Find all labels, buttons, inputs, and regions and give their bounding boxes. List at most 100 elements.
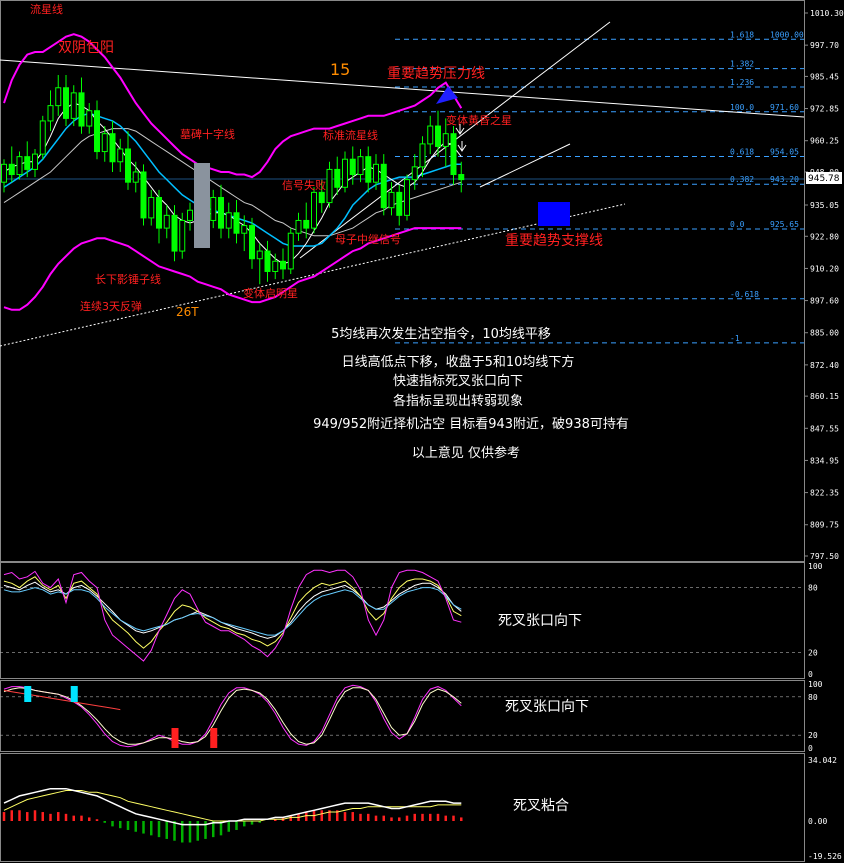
ind1-tick-label: 0 bbox=[808, 670, 813, 679]
fib-ratio-label: 100.0 bbox=[730, 103, 754, 112]
ann-number-15: 15 bbox=[330, 60, 350, 79]
comment-line-5: 949/952附近择机沽空 目标看943附近，破938可持有 bbox=[313, 416, 629, 432]
candle-body bbox=[334, 168, 341, 188]
macd-tick-label: -19.526 bbox=[808, 852, 842, 861]
candle-body bbox=[365, 156, 372, 183]
red-signal-bar bbox=[210, 728, 218, 748]
price-tick-label: 997.70 bbox=[810, 41, 839, 50]
candle-body bbox=[32, 153, 38, 170]
candle-body bbox=[241, 225, 248, 234]
ann-grave-doji: 墓碑十字线 bbox=[180, 127, 235, 141]
stock-chart: 1010.30997.70985.45972.85960.25948.00935… bbox=[0, 0, 844, 863]
ann-title-left: 流星线 bbox=[30, 2, 63, 16]
candle-body bbox=[218, 196, 224, 229]
price-tick-label: 797.50 bbox=[810, 552, 839, 561]
comment-line-1: 5均线再次发生沽空指令，10均线平移 bbox=[331, 326, 551, 342]
candle-body bbox=[86, 110, 93, 127]
price-tick-label: 1010.30 bbox=[810, 9, 844, 18]
price-tick-label: 910.20 bbox=[810, 264, 839, 273]
fib-ratio-label: 0.0 bbox=[730, 220, 745, 229]
ann-morning-star: 变体启明星 bbox=[243, 286, 298, 300]
comment-line-2: 日线高低点下移，收盘于5和10均线下方 bbox=[342, 354, 575, 370]
candle-body bbox=[16, 156, 23, 176]
candle-body bbox=[419, 143, 426, 168]
candle-body bbox=[458, 174, 465, 181]
ind2-tick-label: 100 bbox=[808, 680, 823, 689]
candle-body bbox=[163, 214, 170, 229]
ann-shooting-star: 标准流星线 bbox=[323, 128, 378, 142]
price-tick-label: 922.80 bbox=[810, 232, 839, 241]
comment-line-6: 以上意见 仅供参考 bbox=[412, 445, 520, 461]
fib-ratio-label: -1 bbox=[730, 334, 740, 343]
candle-body bbox=[357, 156, 364, 176]
ann-signal-fail: 信号失败 bbox=[282, 178, 326, 192]
ind2-note: 死叉张口向下 bbox=[505, 699, 589, 715]
candle-body bbox=[179, 219, 186, 252]
candle-body bbox=[342, 158, 348, 188]
candle-body bbox=[450, 133, 457, 176]
ind2-tick-label: 20 bbox=[808, 731, 818, 740]
candle-body bbox=[187, 209, 193, 221]
ind1-tick-label: 100 bbox=[808, 562, 823, 571]
current-price-label: 945.78 bbox=[808, 174, 840, 184]
fib-price-label: 954.05 bbox=[770, 148, 799, 157]
price-tick-label: 872.40 bbox=[810, 361, 839, 370]
fib-ratio-label: 0.382 bbox=[730, 175, 754, 184]
candle-body bbox=[380, 163, 387, 209]
candle-body bbox=[94, 110, 100, 153]
ind2-tick-label: 80 bbox=[808, 693, 818, 702]
candle-body bbox=[280, 260, 286, 270]
comment-line-4: 各指标呈现出转弱现象 bbox=[393, 393, 523, 409]
candle-body bbox=[326, 168, 333, 204]
candle-body bbox=[318, 191, 325, 204]
price-tick-label: 860.15 bbox=[810, 392, 839, 401]
cyan-signal-bar bbox=[70, 686, 78, 702]
price-tick-label: 847.55 bbox=[810, 424, 839, 433]
ind1-note: 死叉张口向下 bbox=[498, 613, 582, 629]
candle-body bbox=[256, 250, 263, 260]
candle-body bbox=[295, 219, 302, 234]
candle-body bbox=[148, 196, 155, 219]
candle-body bbox=[39, 120, 46, 155]
candle-body bbox=[264, 250, 271, 272]
ann-engulf: 双阴包阳 bbox=[58, 40, 114, 56]
candle-body bbox=[411, 166, 418, 181]
fib-ratio-label: 0.618 bbox=[730, 148, 754, 157]
fib-price-label: 971.60 bbox=[770, 103, 799, 112]
grey-marker-box bbox=[194, 163, 210, 248]
candle-body bbox=[442, 133, 449, 147]
ann-star-change: 变体黄昏之星 bbox=[446, 113, 512, 127]
cyan-signal-bar bbox=[24, 686, 32, 702]
fib-ratio-label: 1.382 bbox=[730, 60, 754, 69]
candle-body bbox=[132, 171, 139, 183]
macd-tick-label: 0.00 bbox=[808, 817, 827, 826]
ann-long-shadow: 长下影锤子线 bbox=[95, 272, 161, 286]
candle-body bbox=[435, 125, 441, 147]
candle-body bbox=[249, 225, 255, 260]
candle-body bbox=[78, 92, 85, 127]
fib-price-label: 925.65 bbox=[770, 220, 799, 229]
candle-body bbox=[63, 87, 69, 119]
fib-price-label: 943.20 bbox=[770, 175, 799, 184]
candle-body bbox=[210, 196, 217, 221]
fib-ratio-label: 1.618 bbox=[730, 30, 754, 39]
candle-body bbox=[55, 87, 62, 107]
macd-note: 死叉粘合 bbox=[513, 798, 569, 814]
ann-number-26: 26T bbox=[176, 305, 199, 319]
price-tick-label: 960.25 bbox=[810, 137, 839, 146]
candle-body bbox=[125, 148, 131, 183]
candle-body bbox=[388, 191, 395, 209]
candle-body bbox=[47, 105, 54, 122]
candle-body bbox=[117, 148, 124, 163]
price-tick-label: 809.75 bbox=[810, 521, 839, 530]
price-tick-label: 972.85 bbox=[810, 105, 839, 114]
price-tag: 945.78 bbox=[806, 172, 842, 184]
candle-body bbox=[404, 179, 410, 216]
ann-rebound: 连续3天反弹 bbox=[80, 299, 142, 313]
ann-resistance: 重要趋势压力线 bbox=[387, 66, 485, 82]
candle-body bbox=[101, 133, 108, 153]
candle-body bbox=[396, 191, 403, 216]
candle-body bbox=[311, 191, 317, 229]
ind1-tick-label: 20 bbox=[808, 648, 818, 657]
candle-body bbox=[349, 158, 356, 176]
